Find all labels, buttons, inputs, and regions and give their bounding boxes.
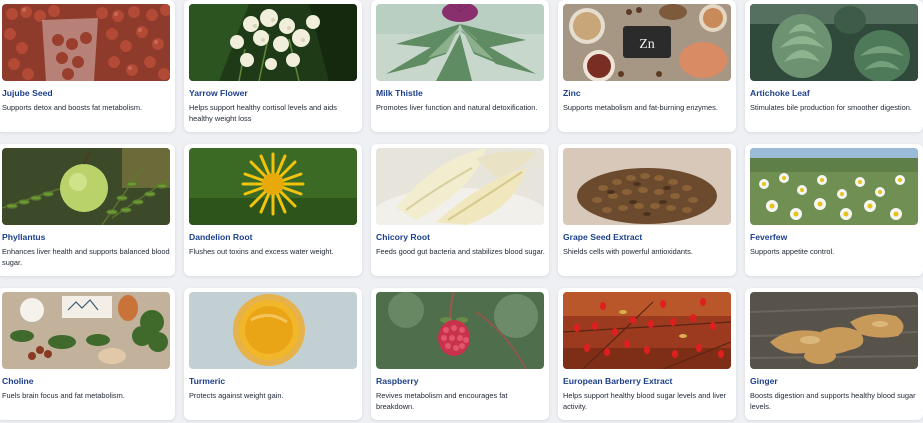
ingredient-description: Shields cells with powerful antioxidants…: [563, 247, 693, 256]
feverfew-image: [750, 148, 918, 225]
ingredient-card-choline[interactable]: Choline Fuels brain focus and fat metabo…: [0, 288, 175, 420]
ingredient-card-grape-seed-extract[interactable]: Grape Seed Extract Shields cells with po…: [558, 144, 736, 276]
zinc-image: Zn: [563, 4, 731, 81]
raspberry-image: [376, 292, 544, 369]
ingredients-grid: Jujube Seed Supports detox and boosts fa…: [0, 0, 923, 423]
ingredient-card-phyllantus[interactable]: Phyllantus Enhances liver health and sup…: [0, 144, 175, 276]
ingredient-card-yarrow-flower[interactable]: Yarrow Flower Helps support healthy cort…: [184, 0, 362, 132]
ingredient-title: Feverfew: [750, 232, 788, 242]
grape-seed-image: [563, 148, 731, 225]
ingredient-title: Artichoke Leaf: [750, 88, 810, 98]
ingredient-card-dandelion-root[interactable]: Dandelion Root Flushes out toxins and ex…: [184, 144, 362, 276]
ingredient-title: Jujube Seed: [2, 88, 53, 98]
ingredient-description: Fuels brain focus and fat metabolism.: [2, 391, 125, 400]
chicory-root-image: [376, 148, 544, 225]
ingredient-card-ginger[interactable]: Ginger Boosts digestion and supports hea…: [745, 288, 923, 420]
ingredient-card-milk-thistle[interactable]: Milk Thistle Promotes liver function and…: [371, 0, 549, 132]
ingredient-title: Dandelion Root: [189, 232, 253, 242]
ingredient-description: Feeds good gut bacteria and stabilizes b…: [376, 247, 545, 256]
yarrow-flower-image: [189, 4, 357, 81]
ingredient-card-artichoke-leaf[interactable]: Artichoke Leaf Stimulates bile productio…: [745, 0, 923, 132]
ingredient-description: Promotes liver function and natural deto…: [376, 103, 538, 112]
ingredient-description: Supports appetite control.: [750, 247, 835, 256]
phyllantus-image: [2, 148, 170, 225]
ingredient-card-turmeric[interactable]: Turmeric Protects against weight gain.: [184, 288, 362, 420]
ingredient-card-european-barberry[interactable]: European Barberry Extract Helps support …: [558, 288, 736, 420]
ingredient-title: Ginger: [750, 376, 778, 386]
barberry-image: [563, 292, 731, 369]
artichoke-leaf-image: [750, 4, 918, 81]
ingredient-description: Supports detox and boosts fat metabolism…: [2, 103, 143, 112]
ingredient-title: Chicory Root: [376, 232, 430, 242]
ingredient-title: Choline: [2, 376, 34, 386]
ingredient-title: Raspberry: [376, 376, 419, 386]
ingredient-description: Helps support healthy blood sugar levels…: [563, 391, 727, 411]
ingredient-title: Zinc: [563, 88, 581, 98]
choline-image: [2, 292, 170, 369]
jujube-seed-image: [2, 4, 170, 81]
ingredient-description: Flushes out toxins and excess water weig…: [189, 247, 334, 256]
ingredient-title: Grape Seed Extract: [563, 232, 643, 242]
ingredient-description: Enhances liver health and supports balan…: [2, 247, 170, 267]
ingredient-title: Milk Thistle: [376, 88, 423, 98]
ingredient-description: Protects against weight gain.: [189, 391, 284, 400]
ingredient-card-raspberry[interactable]: Raspberry Revives metabolism and encoura…: [371, 288, 549, 420]
turmeric-image: [189, 292, 357, 369]
ingredient-description: Supports metabolism and fat-burning enzy…: [563, 103, 718, 112]
ingredient-title: Turmeric: [189, 376, 226, 386]
zinc-symbol: Zn: [639, 37, 655, 52]
ingredient-title: European Barberry Extract: [563, 376, 673, 386]
ingredient-title: Phyllantus: [2, 232, 46, 242]
ingredient-title: Yarrow Flower: [189, 88, 248, 98]
dandelion-root-image: [189, 148, 357, 225]
ingredient-description: Boosts digestion and supports healthy bl…: [750, 391, 916, 411]
ingredient-description: Stimulates bile production for smoother …: [750, 103, 912, 112]
ingredient-card-jujube-seed[interactable]: Jujube Seed Supports detox and boosts fa…: [0, 0, 175, 132]
ingredient-description: Revives metabolism and encourages fat br…: [376, 391, 508, 411]
milk-thistle-image: [376, 4, 544, 81]
ingredient-description: Helps support healthy cortisol levels an…: [189, 103, 337, 123]
ingredient-card-feverfew[interactable]: Feverfew Supports appetite control.: [745, 144, 923, 276]
ginger-image: [750, 292, 918, 369]
ingredient-card-chicory-root[interactable]: Chicory Root Feeds good gut bacteria and…: [371, 144, 549, 276]
ingredient-card-zinc[interactable]: Zn Zinc Supports metabolism and fat-burn…: [558, 0, 736, 132]
